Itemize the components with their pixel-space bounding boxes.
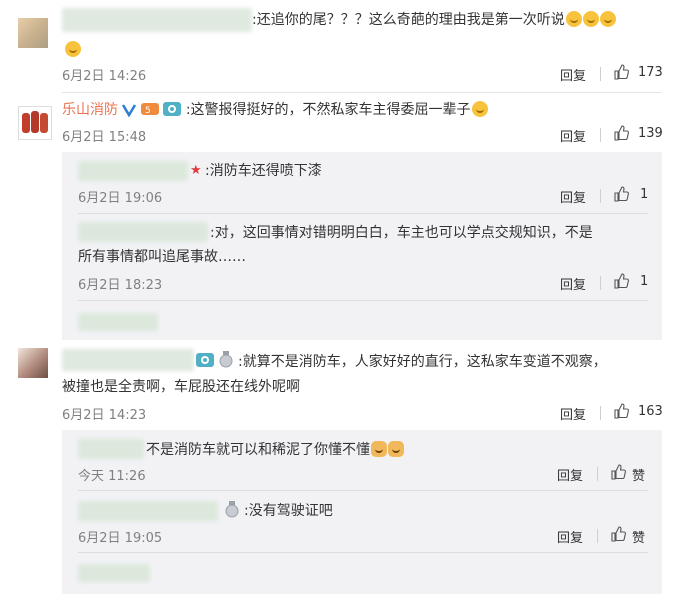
thumbs-up-icon[interactable] bbox=[613, 403, 629, 419]
comment-header: 乐山消防 5 :这警报得挺好的，不然私家车主得委屈一辈子 bbox=[62, 99, 488, 121]
reply-button[interactable]: 回复 bbox=[560, 126, 586, 145]
camera-icon bbox=[196, 352, 214, 372]
divider bbox=[600, 189, 601, 203]
reply-time: 6月2日 19:06 bbox=[78, 191, 163, 206]
like-button-label[interactable]: 赞 bbox=[632, 465, 645, 484]
reply-text-cont: 所有事情都叫追尾事故…… bbox=[78, 249, 246, 265]
username-blurred[interactable] bbox=[78, 439, 144, 459]
username-blurred[interactable] bbox=[78, 222, 208, 242]
comment-text: :还追你的尾？？？这么奇葩的理由我是第一次听说 bbox=[252, 9, 616, 31]
reply-text: 不是消防车就可以和稀泥了你懂不懂 bbox=[146, 439, 404, 461]
reply-time: 6月2日 18:23 bbox=[78, 278, 163, 293]
reply-text: :消防车还得喷下漆 bbox=[205, 163, 322, 179]
emoji-icon bbox=[64, 39, 81, 58]
separator bbox=[78, 300, 648, 301]
star-icon: ★ bbox=[190, 163, 202, 178]
comment-text: :这警报得挺好的，不然私家车主得委屈一辈子 bbox=[185, 102, 471, 118]
camera-icon bbox=[163, 102, 182, 116]
thumbs-up-icon[interactable] bbox=[610, 464, 626, 480]
medal-icon bbox=[224, 501, 240, 523]
more-replies-link[interactable] bbox=[78, 313, 158, 331]
username-link[interactable]: 乐山消防 bbox=[62, 102, 118, 118]
reply-text: :对，这回事情对错明明白白，车主也可以学点交规知识，不是 bbox=[210, 225, 593, 241]
reply-button[interactable]: 回复 bbox=[560, 274, 586, 293]
separator bbox=[78, 552, 648, 553]
reply-button[interactable]: 回复 bbox=[560, 404, 586, 423]
like-count: 1 bbox=[640, 187, 649, 202]
reply-text: :没有驾驶证吧 bbox=[244, 503, 333, 519]
medal-icon: 5 bbox=[140, 103, 159, 116]
separator bbox=[78, 490, 648, 491]
separator bbox=[62, 92, 662, 93]
thumbs-up-icon[interactable] bbox=[613, 125, 629, 141]
divider bbox=[600, 276, 601, 290]
username-blurred[interactable] bbox=[62, 349, 194, 371]
reply-time: 今天 11:26 bbox=[78, 469, 146, 484]
reply-button[interactable]: 回复 bbox=[557, 527, 583, 546]
divider bbox=[600, 128, 601, 142]
more-replies-link[interactable] bbox=[78, 564, 150, 582]
comment-time: 6月2日 14:26 bbox=[62, 69, 147, 84]
comment-time: 6月2日 15:48 bbox=[62, 130, 147, 145]
divider bbox=[597, 529, 598, 543]
reply-button[interactable]: 回复 bbox=[560, 65, 586, 84]
comment-text: :就算不是消防车，人家好好的直行，这私家车变道不观察， bbox=[238, 354, 607, 370]
thumbs-up-icon[interactable] bbox=[613, 64, 629, 80]
thumbs-up-icon[interactable] bbox=[610, 526, 626, 542]
like-count: 139 bbox=[638, 126, 663, 141]
divider bbox=[600, 406, 601, 420]
svg-text:5: 5 bbox=[145, 106, 151, 116]
like-button-label[interactable]: 赞 bbox=[632, 527, 645, 546]
divider bbox=[600, 67, 601, 81]
avatar[interactable] bbox=[18, 106, 52, 140]
thumbs-up-icon[interactable] bbox=[613, 186, 629, 202]
avatar[interactable] bbox=[18, 18, 48, 48]
verified-icon bbox=[122, 104, 137, 117]
medal-icon bbox=[218, 351, 234, 373]
thumbs-up-icon[interactable] bbox=[613, 273, 629, 289]
emoji-icon bbox=[599, 11, 616, 27]
username-blurred[interactable] bbox=[78, 501, 218, 521]
username-blurred[interactable] bbox=[78, 161, 188, 181]
reply-button[interactable]: 回复 bbox=[557, 465, 583, 484]
separator bbox=[78, 213, 648, 214]
reply-time: 6月2日 19:05 bbox=[78, 531, 163, 546]
emoji-icon bbox=[582, 11, 599, 27]
emoji-icon bbox=[471, 101, 488, 117]
reply-button[interactable]: 回复 bbox=[560, 187, 586, 206]
avatar[interactable] bbox=[18, 348, 48, 378]
username-blurred[interactable] bbox=[62, 8, 252, 32]
divider bbox=[597, 467, 598, 481]
like-count: 173 bbox=[638, 65, 663, 80]
emoji-icon bbox=[565, 11, 582, 27]
like-count: 1 bbox=[640, 274, 649, 289]
cat-emoji-icon bbox=[371, 441, 387, 457]
cat-emoji-icon bbox=[388, 441, 404, 457]
comment-time: 6月2日 14:23 bbox=[62, 408, 147, 423]
like-count: 163 bbox=[638, 404, 663, 419]
comment-text-cont: 被撞也是全责啊，车屁股还在线外呢啊 bbox=[62, 379, 300, 395]
